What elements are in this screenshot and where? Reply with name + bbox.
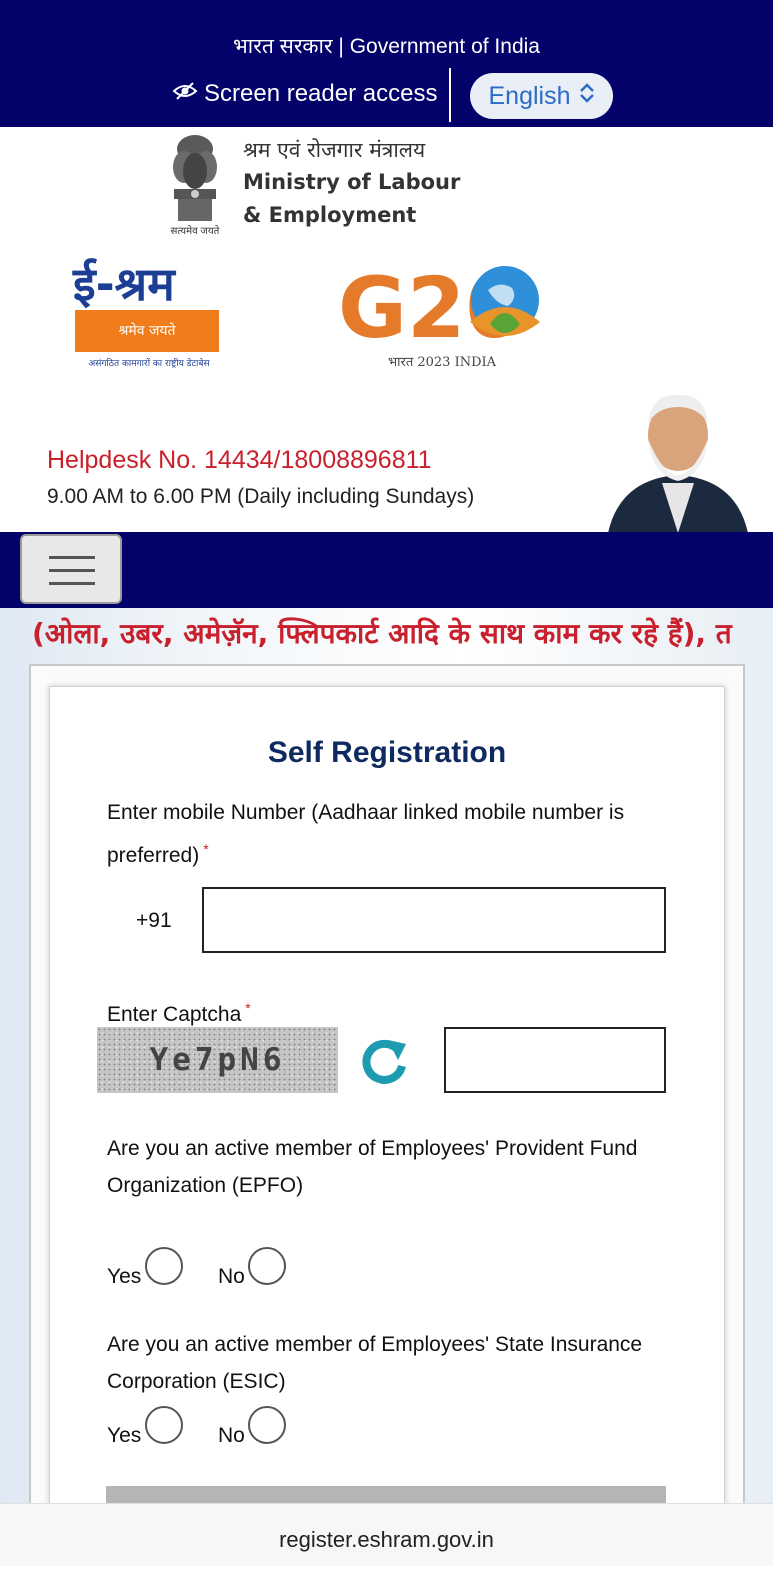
language-selected: English bbox=[488, 81, 571, 110]
updown-chevron-icon bbox=[579, 82, 595, 111]
hamburger-line-icon bbox=[49, 582, 95, 585]
eshram-logo: ई-श्रम श्रमेव जयते असंगठित कामगारों का र… bbox=[73, 258, 225, 373]
eye-slash-icon bbox=[172, 80, 198, 108]
captcha-input[interactable] bbox=[444, 1027, 666, 1093]
submit-button[interactable] bbox=[106, 1486, 666, 1504]
captcha-label-text: Enter Captcha bbox=[107, 1003, 242, 1026]
globe-lotus-icon bbox=[470, 266, 540, 336]
mobile-label-text: Enter mobile Number (Aadhaar linked mobi… bbox=[107, 801, 625, 867]
g20-logo-caption: भारत 2023 INDIA bbox=[388, 355, 497, 370]
helpdesk-number: Helpdesk No. 14434/18008896811 bbox=[47, 446, 432, 474]
screen-reader-link[interactable]: Screen reader access bbox=[172, 80, 437, 108]
hamburger-line-icon bbox=[49, 569, 95, 572]
g20-logo: G20 भारत 2023 INDIA bbox=[338, 258, 553, 373]
emblem-motto: सत्यमेव जयते bbox=[170, 226, 220, 237]
mobile-number-input[interactable] bbox=[202, 887, 666, 953]
form-title: Self Registration bbox=[267, 736, 507, 769]
mobile-label: Enter mobile Number (Aadhaar linked mobi… bbox=[107, 794, 687, 874]
required-asterisk: * bbox=[245, 1000, 251, 1016]
language-select[interactable]: English bbox=[470, 73, 613, 119]
epfo-question: Are you an active member of Employees' P… bbox=[107, 1137, 638, 1197]
hamburger-menu-button[interactable] bbox=[20, 534, 122, 604]
eshram-logo-motto: श्रमेव जयते bbox=[75, 310, 219, 352]
esic-no-label: No bbox=[218, 1424, 245, 1447]
captcha-image: Ye7pN6 bbox=[97, 1027, 338, 1093]
hamburger-line-icon bbox=[49, 556, 95, 559]
esic-no-radio[interactable] bbox=[248, 1406, 286, 1444]
pm-portrait bbox=[600, 383, 756, 533]
epfo-yes-label: Yes bbox=[107, 1265, 142, 1288]
eshram-logo-title: ई-श्रम bbox=[73, 257, 175, 311]
url-text: register.eshram.gov.in bbox=[279, 1527, 494, 1552]
browser-url-bar[interactable]: register.eshram.gov.in bbox=[0, 1503, 773, 1566]
gov-bar-divider bbox=[449, 68, 451, 122]
ministry-hindi-name: श्रम एवं रोजगार मंत्रालय bbox=[243, 138, 426, 162]
screen-reader-label: Screen reader access bbox=[204, 80, 438, 107]
news-ticker: (ओला, उबर, अमेज़ॅन, फ्लिपकार्ट आदि के सा… bbox=[32, 617, 732, 650]
esic-question: Are you an active member of Employees' S… bbox=[107, 1333, 643, 1393]
required-asterisk: * bbox=[203, 841, 209, 857]
epfo-no-label: No bbox=[218, 1265, 245, 1288]
epfo-yes-radio[interactable] bbox=[145, 1247, 183, 1285]
national-emblem-icon: सत्यमेव जयते bbox=[162, 127, 228, 239]
ministry-name-line1: Ministry of Labour bbox=[243, 170, 461, 194]
country-code: +91 bbox=[136, 909, 172, 932]
refresh-captcha-icon[interactable] bbox=[358, 1034, 410, 1086]
esic-yes-radio[interactable] bbox=[145, 1406, 183, 1444]
eshram-logo-subtitle: असंगठित कामगारों का राष्ट्रीय डेटाबेस bbox=[88, 359, 210, 369]
ministry-name-line2: & Employment bbox=[243, 203, 417, 227]
gov-title: भारत सरकार | Government of India bbox=[233, 35, 540, 58]
epfo-no-radio[interactable] bbox=[248, 1247, 286, 1285]
helpdesk-hours: 9.00 AM to 6.00 PM (Daily including Sund… bbox=[47, 485, 475, 508]
esic-yes-label: Yes bbox=[107, 1424, 142, 1447]
